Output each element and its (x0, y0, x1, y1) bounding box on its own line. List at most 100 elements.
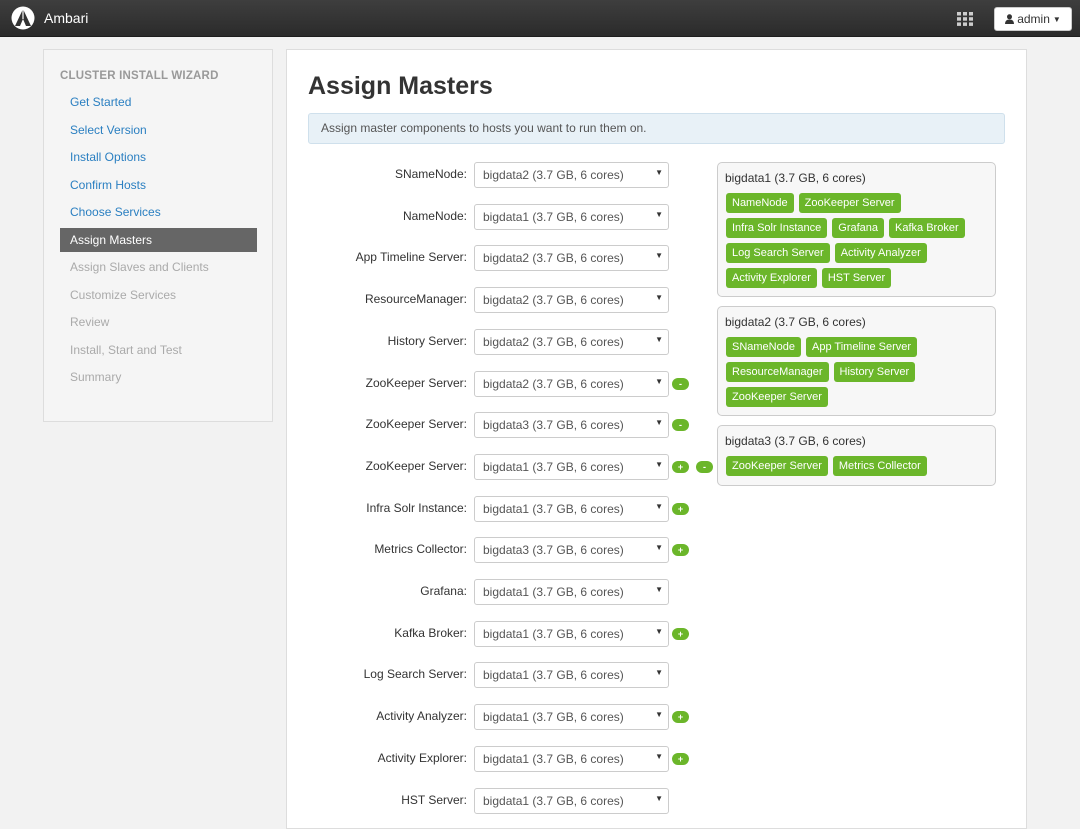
assignment-row: Metrics Collector: bigdata3 (3.7 GB, 6 co… (287, 537, 727, 564)
chevron-down-icon: ▼ (655, 251, 663, 261)
assignment-row: ZooKeeper Server: bigdata2 (3.7 GB, 6 cor… (287, 370, 727, 397)
component-tag: ZooKeeper Server (726, 387, 828, 407)
chevron-down-icon: ▼ (655, 793, 663, 803)
chevron-down-icon: ▼ (655, 293, 663, 303)
assignment-row: Activity Explorer: bigdata1 (3.7 GB, 6 co… (287, 745, 727, 772)
host-select-value: bigdata2 (3.7 GB, 6 cores) (483, 334, 624, 349)
host-box: bigdata2 (3.7 GB, 6 cores) SNameNode App T… (717, 306, 996, 416)
host-select[interactable]: bigdata1 (3.7 GB, 6 cores) ▼ (474, 453, 669, 480)
component-tags: ZooKeeper Server Metrics Collector (726, 456, 988, 481)
add-component-button[interactable]: + (672, 752, 689, 765)
host-select[interactable]: bigdata1 (3.7 GB, 6 cores) ▼ (474, 579, 669, 605)
host-select[interactable]: bigdata1 (3.7 GB, 6 cores) ▼ (474, 662, 669, 689)
assignment-row: Grafana: bigdata1 (3.7 GB, 6 cores) ▼ (287, 579, 727, 605)
host-title: bigdata3 (3.7 GB, 6 cores) (725, 434, 866, 448)
add-component-button[interactable]: + (672, 544, 689, 557)
component-label: ZooKeeper Server: (365, 458, 467, 473)
component-label: Activity Analyzer: (376, 709, 467, 724)
component-tag: Activity Analyzer (834, 243, 927, 263)
host-select[interactable]: bigdata1 (3.7 GB, 6 cores) ▼ (474, 620, 669, 647)
host-select[interactable]: bigdata2 (3.7 GB, 6 cores) ▼ (474, 162, 669, 188)
chevron-down-icon: ▼ (655, 501, 663, 511)
host-select[interactable]: bigdata2 (3.7 GB, 6 cores) ▼ (474, 328, 669, 355)
sidebar-step-install-options[interactable]: Install Options (60, 144, 257, 172)
assignment-row: Log Search Server: bigdata1 (3.7 GB, 6 co… (287, 662, 727, 689)
host-select[interactable]: bigdata1 (3.7 GB, 6 cores) ▼ (474, 704, 669, 731)
chevron-down-icon: ▼ (655, 418, 663, 428)
component-tag: Activity Explorer (726, 268, 817, 288)
sidebar-title: CLUSTER INSTALL WIZARD (60, 70, 219, 82)
assignment-row: Infra Solr Instance: bigdata1 (3.7 GB, 6 … (287, 495, 727, 522)
user-menu-button[interactable]: admin ▼ (994, 7, 1072, 31)
host-select[interactable]: bigdata2 (3.7 GB, 6 cores) ▼ (474, 287, 669, 314)
component-label: Activity Explorer: (377, 750, 467, 765)
host-select-value: bigdata2 (3.7 GB, 6 cores) (483, 376, 624, 391)
assignment-row: Kafka Broker: bigdata1 (3.7 GB, 6 cores) ▼… (287, 620, 727, 647)
sidebar-step-review: Review (70, 315, 110, 329)
component-label: ZooKeeper Server: (365, 375, 467, 390)
host-select-value: bigdata1 (3.7 GB, 6 cores) (483, 626, 624, 641)
component-label: ZooKeeper Server: (365, 417, 467, 432)
host-select[interactable]: bigdata3 (3.7 GB, 6 cores) ▼ (474, 412, 669, 439)
chevron-down-icon: ▼ (655, 334, 663, 344)
host-select[interactable]: bigdata3 (3.7 GB, 6 cores) ▼ (474, 537, 669, 564)
host-select-value: bigdata1 (3.7 GB, 6 cores) (483, 209, 624, 224)
add-component-button[interactable]: + (672, 711, 689, 724)
host-select[interactable]: bigdata2 (3.7 GB, 6 cores) ▼ (474, 245, 669, 272)
chevron-down-icon: ▼ (655, 209, 663, 219)
sidebar-step-install-start-and-test: Install, Start and Test (70, 342, 182, 357)
page-title: Assign Masters (308, 72, 493, 100)
add-component-button[interactable]: + (672, 627, 689, 640)
assignment-row: Activity Analyzer: bigdata1 (3.7 GB, 6 co… (287, 704, 727, 731)
component-tag: Infra Solr Instance (726, 218, 828, 238)
add-component-button[interactable]: + (672, 460, 689, 473)
component-tag: ResourceManager (726, 362, 829, 382)
component-tag: Kafka Broker (889, 218, 965, 238)
assignment-row: ResourceManager: bigdata2 (3.7 GB, 6 core… (287, 287, 727, 314)
wizard-sidebar: CLUSTER INSTALL WIZARD Get Started Select… (43, 49, 273, 422)
assignment-row: App Timeline Server: bigdata2 (3.7 GB, 6 … (287, 245, 727, 272)
assignment-row: ZooKeeper Server: bigdata3 (3.7 GB, 6 cor… (287, 412, 727, 439)
host-select-value: bigdata3 (3.7 GB, 6 cores) (483, 418, 624, 433)
assignment-row: ZooKeeper Server: bigdata1 (3.7 GB, 6 cor… (287, 453, 727, 480)
component-label: HST Server: (401, 792, 467, 807)
component-label: History Server: (387, 333, 467, 348)
sidebar-step-assign-slaves-and-clients: Assign Slaves and Clients (70, 260, 209, 274)
chevron-down-icon: ▼ (655, 585, 663, 594)
host-select-value: bigdata2 (3.7 GB, 6 cores) (483, 251, 624, 266)
component-tag: Log Search Server (726, 243, 830, 263)
grid-icon[interactable] (957, 12, 973, 26)
add-component-button[interactable]: + (672, 502, 689, 515)
caret-down-icon: ▼ (1052, 14, 1061, 24)
sidebar-step-confirm-hosts[interactable]: Confirm Hosts (60, 172, 257, 200)
sidebar-step-assign-masters[interactable]: Assign Masters (60, 227, 257, 252)
host-select-value: bigdata1 (3.7 GB, 6 cores) (483, 459, 624, 474)
component-tag: SNameNode (726, 337, 801, 357)
host-select[interactable]: bigdata1 (3.7 GB, 6 cores) ▼ (474, 495, 669, 522)
remove-component-button[interactable]: - (672, 377, 689, 390)
component-tags: SNameNode App Timeline Server ResourceMana… (726, 337, 988, 412)
user-icon (1005, 14, 1015, 24)
host-select[interactable]: bigdata1 (3.7 GB, 6 cores) ▼ (474, 203, 669, 230)
host-title: bigdata2 (3.7 GB, 6 cores) (725, 315, 866, 329)
host-select-value: bigdata2 (3.7 GB, 6 cores) (483, 168, 624, 182)
wizard-steps: Get Started Select Version Install Options… (60, 89, 257, 392)
info-alert: Assign master components to hosts you wa… (308, 113, 1005, 144)
remove-component-button[interactable]: - (696, 460, 713, 473)
sidebar-step-select-version[interactable]: Select Version (60, 117, 257, 145)
host-select[interactable]: bigdata1 (3.7 GB, 6 cores) ▼ (474, 745, 669, 772)
component-label: App Timeline Server: (355, 250, 467, 265)
remove-component-button[interactable]: - (672, 419, 689, 432)
component-label: Infra Solr Instance: (366, 500, 467, 515)
component-tag: ZooKeeper Server (726, 456, 828, 476)
host-select[interactable]: bigdata2 (3.7 GB, 6 cores) ▼ (474, 370, 669, 397)
sidebar-step-get-started[interactable]: Get Started (60, 89, 257, 117)
component-label: SNameNode: (394, 167, 467, 181)
app-name[interactable]: Ambari (44, 10, 88, 26)
ambari-logo-icon[interactable] (10, 6, 36, 30)
user-menu-label: admin (1017, 12, 1050, 26)
chevron-down-icon: ▼ (655, 376, 663, 386)
chevron-down-icon: ▼ (655, 710, 663, 720)
host-box: bigdata1 (3.7 GB, 6 cores) NameNode ZooKee… (717, 162, 996, 297)
sidebar-step-choose-services[interactable]: Choose Services (60, 199, 257, 227)
